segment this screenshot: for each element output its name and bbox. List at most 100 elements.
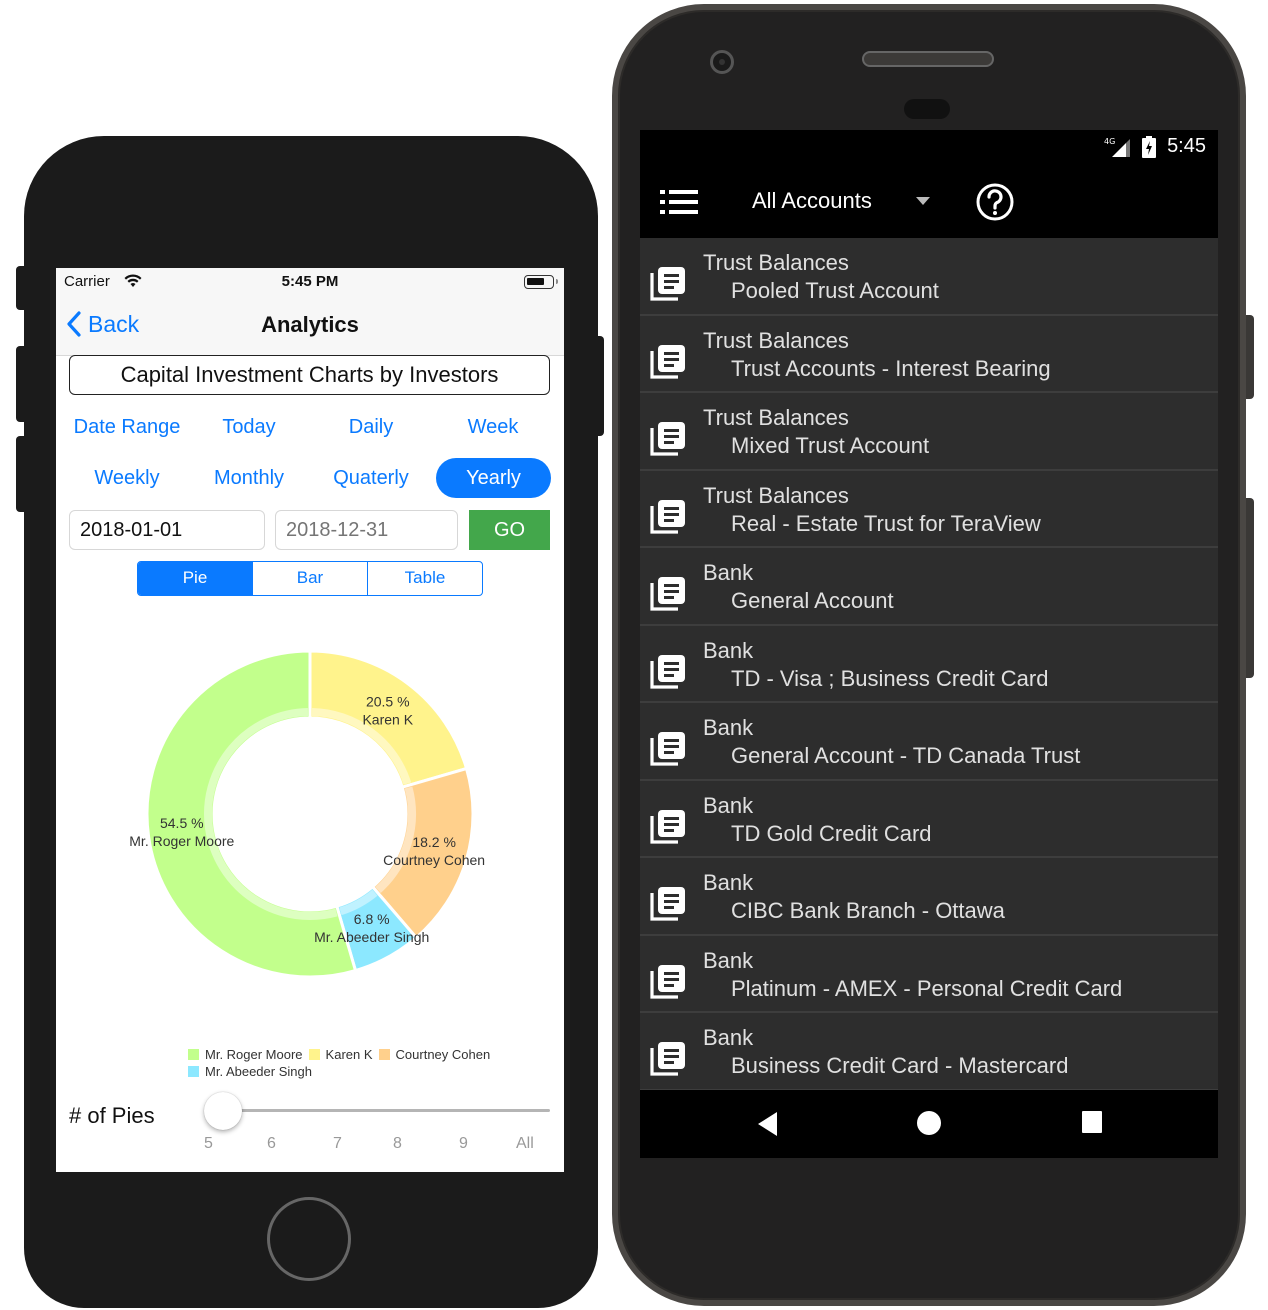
account-name: Trust Accounts - Interest Bearing xyxy=(731,355,1051,381)
battery-charging-icon xyxy=(1142,136,1156,158)
legend-swatch xyxy=(308,1049,320,1060)
chart-title-box: Capital Investment Charts by Investors xyxy=(69,355,550,395)
page-title: Analytics xyxy=(261,312,359,337)
go-button[interactable]: GO xyxy=(469,510,550,550)
account-list-item[interactable]: Trust Balances Mixed Trust Account xyxy=(640,393,1218,471)
signal-4g-icon: 4G xyxy=(1104,137,1130,157)
pies-slider-thumb[interactable] xyxy=(204,1092,242,1130)
account-list-item[interactable]: Bank General Account xyxy=(640,548,1218,626)
chart-type-segmented-control: Pie Bar Table xyxy=(137,561,483,596)
list-menu-icon[interactable] xyxy=(658,186,700,218)
donut-chart: 20.5 % Karen K 18.2 % Courtney Cohen 6.8 % Mr… xyxy=(56,638,564,998)
slider-tick-label: 7 xyxy=(333,1135,342,1152)
range-daily-button[interactable]: Daily xyxy=(310,407,432,447)
status-time: 5:45 PM xyxy=(281,273,339,290)
slider-tick-label: 5 xyxy=(204,1135,213,1152)
android-navigation-bar xyxy=(640,1090,1218,1158)
volume-down-button xyxy=(16,436,26,512)
legend-swatch xyxy=(188,1066,199,1077)
volume-keys xyxy=(1246,498,1254,678)
account-name: Platinum - AMEX - Personal Credit Card xyxy=(731,975,1123,1001)
recents-nav-icon[interactable] xyxy=(1081,1110,1103,1134)
account-list-item[interactable]: Bank TD Gold Credit Card xyxy=(640,781,1218,858)
slider-tick-label: 8 xyxy=(393,1135,402,1152)
account-name: Real - Estate Trust for TeraView xyxy=(731,510,1041,536)
account-category: Trust Balances xyxy=(703,482,849,508)
end-date-input[interactable] xyxy=(275,510,458,550)
app-toolbar: All Accounts xyxy=(640,166,1218,238)
account-name: CIBC Bank Branch - Ottawa xyxy=(731,898,1005,923)
account-category: Bank xyxy=(703,1025,754,1050)
library-books-icon xyxy=(650,577,685,611)
range-weekly-button[interactable]: Weekly xyxy=(66,458,188,498)
chart-legend: Mr. Roger Moore Karen K Courtney Cohen Mr. … xyxy=(188,1046,548,1080)
date-range-row-1: Date Range Today Daily Week xyxy=(66,407,564,447)
android-accounts-screen: 4G 5:45 All Accounts Trust Balances Poole… xyxy=(640,130,1218,1158)
library-books-icon xyxy=(650,964,685,999)
legend-swatch xyxy=(188,1049,199,1060)
legend-label: Courtney Cohen xyxy=(395,1047,491,1062)
dropdown-caret-icon[interactable] xyxy=(916,197,930,205)
account-list-item[interactable]: Trust Balances Pooled Trust Account xyxy=(640,238,1218,316)
library-books-icon xyxy=(650,267,685,301)
tab-bar[interactable]: Bar xyxy=(253,562,368,595)
android-status-bar: 4G 5:45 xyxy=(640,130,1218,166)
account-list-item[interactable]: Trust Balances Trust Accounts - Interest … xyxy=(640,316,1218,393)
account-name: General Account - TD Canada Trust xyxy=(731,743,1081,768)
range-date-range-button[interactable]: Date Range xyxy=(66,407,188,447)
range-yearly-button[interactable]: Yearly xyxy=(436,458,551,498)
account-list-item[interactable]: Bank TD - Visa ; Business Credit Card xyxy=(640,626,1218,703)
pies-count-label: # of Pies xyxy=(69,1103,155,1128)
status-time: 5:45 xyxy=(1167,135,1206,157)
account-category: Bank xyxy=(703,560,754,585)
slice-name-label: Courtney Cohen xyxy=(383,852,485,868)
account-name: General Account xyxy=(731,588,894,613)
account-selector[interactable]: All Accounts xyxy=(752,188,872,214)
power-key xyxy=(1246,315,1254,399)
slice-name-label: Karen K xyxy=(362,711,413,727)
library-books-icon xyxy=(650,422,685,456)
proximity-sensor xyxy=(904,99,950,119)
slice-name-label: Mr. Roger Moore xyxy=(129,833,234,849)
pies-slider-track[interactable] xyxy=(224,1109,550,1112)
start-date-input[interactable] xyxy=(69,510,265,550)
library-books-icon xyxy=(650,499,685,534)
account-list: Trust Balances Pooled Trust Account Trust … xyxy=(640,238,1218,1091)
slider-tick-label: 6 xyxy=(267,1135,276,1152)
donut-chart-svg: 20.5 % Karen K 18.2 % Courtney Cohen 6.8 % Mr… xyxy=(129,649,485,979)
account-list-item[interactable]: Trust Balances Real - Estate Trust for Te… xyxy=(640,471,1218,548)
slider-tick-label: 9 xyxy=(459,1135,468,1152)
account-list-item[interactable]: Bank Business Credit Card - Mastercard xyxy=(640,1013,1218,1091)
account-name: Business Credit Card - Mastercard xyxy=(731,1053,1069,1078)
range-quarterly-button[interactable]: Quaterly xyxy=(310,458,432,498)
account-category: Bank xyxy=(703,792,754,818)
account-list-item[interactable]: Bank CIBC Bank Branch - Ottawa xyxy=(640,858,1218,936)
back-nav-icon[interactable] xyxy=(755,1110,779,1138)
legend-label: Mr. Roger Moore xyxy=(205,1047,303,1062)
account-name: Pooled Trust Account xyxy=(731,278,939,303)
slice-percent-label: 20.5 % xyxy=(366,693,410,709)
range-week-button[interactable]: Week xyxy=(432,407,554,447)
account-category: Bank xyxy=(703,947,754,973)
range-monthly-button[interactable]: Monthly xyxy=(188,458,310,498)
home-nav-icon[interactable] xyxy=(916,1110,942,1136)
account-list-item[interactable]: Bank Platinum - AMEX - Personal Credit Ca… xyxy=(640,936,1218,1013)
tab-table[interactable]: Table xyxy=(368,562,482,595)
library-books-icon xyxy=(650,887,685,921)
account-list-item[interactable]: Bank General Account - TD Canada Trust xyxy=(640,703,1218,781)
legend-label: Mr. Abeeder Singh xyxy=(205,1064,312,1079)
slice-percent-label: 54.5 % xyxy=(160,815,204,831)
battery-icon xyxy=(524,275,558,289)
account-name: Mixed Trust Account xyxy=(731,433,930,458)
legend-item: Karen K xyxy=(308,1046,373,1063)
help-icon[interactable] xyxy=(975,182,1015,222)
account-category: Trust Balances xyxy=(703,405,849,430)
range-today-button[interactable]: Today xyxy=(188,407,310,447)
tab-pie[interactable]: Pie xyxy=(138,562,253,595)
library-books-icon xyxy=(650,654,685,689)
power-button xyxy=(594,336,604,436)
home-button[interactable] xyxy=(267,1197,351,1281)
legend-item: Courtney Cohen xyxy=(378,1046,491,1063)
legend-item: Mr. Roger Moore xyxy=(188,1046,303,1063)
volume-up-button xyxy=(16,346,26,422)
